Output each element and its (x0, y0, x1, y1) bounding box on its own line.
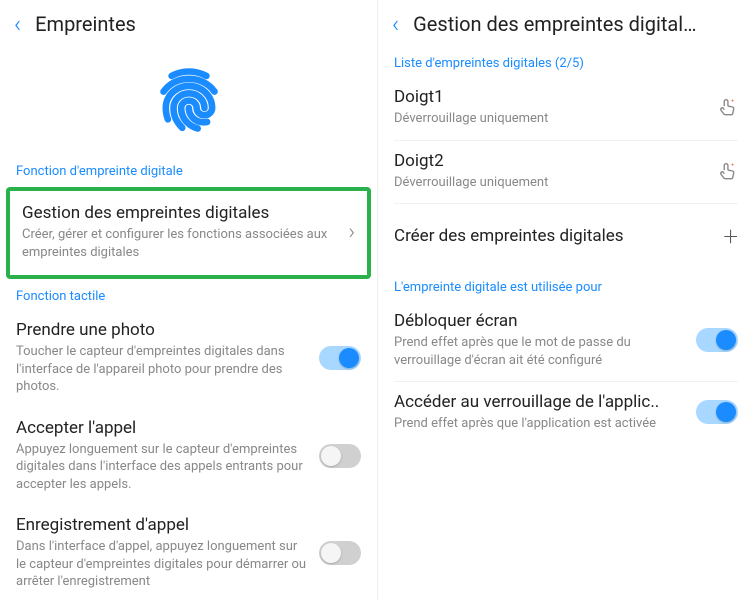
row-subtitle: Prend effet après que l'application est … (394, 415, 684, 433)
row-create-fingerprint[interactable]: Créer des empreintes digitales + (378, 204, 754, 270)
toggle-unlock-screen[interactable] (696, 328, 738, 352)
toggle-app-lock[interactable] (696, 400, 738, 424)
screen-fingerprints: ‹ Empreintes Fonction d'empreinte digita… (0, 0, 378, 600)
row-finger-2[interactable]: Doigt2 Déverrouillage uniquement (378, 141, 754, 204)
row-title: Doigt2 (394, 151, 704, 171)
row-title: Accéder au verrouillage de l'applic.. (394, 392, 684, 412)
row-subtitle: Déverrouillage uniquement (394, 110, 704, 128)
row-title: Enregistrement d'appel (16, 515, 307, 535)
section-touch-function: Fonction tactile (0, 285, 377, 310)
row-finger-1[interactable]: Doigt1 Déverrouillage uniquement (378, 77, 754, 140)
back-icon[interactable]: ‹ (392, 10, 399, 38)
row-subtitle: Créer, gérer et configurer les fonctions… (22, 226, 336, 261)
toggle-answer-call[interactable] (319, 444, 361, 468)
page-title: Empreintes (35, 12, 136, 36)
tap-action-icon[interactable] (716, 96, 738, 118)
section-used-for: L'empreinte digitale est utilisée pour (378, 270, 754, 301)
tap-action-icon[interactable] (716, 160, 738, 182)
row-subtitle: Déverrouillage uniquement (394, 174, 704, 192)
section-fingerprint-function: Fonction d'empreinte digitale (0, 160, 377, 185)
row-answer-call[interactable]: Accepter l'appel Appuyez longuement sur … (0, 408, 377, 506)
row-subtitle: Prend effet après que le mot de passe du… (394, 334, 684, 369)
row-call-recording[interactable]: Enregistrement d'appel Dans l'interface … (0, 505, 377, 600)
row-subtitle: Toucher le capteur d'empreintes digitale… (16, 343, 307, 396)
row-title: Prendre une photo (16, 320, 307, 340)
screen-manage-fingerprints: ‹ Gestion des empreintes digital… Liste … (378, 0, 754, 600)
header-right: ‹ Gestion des empreintes digital… (378, 0, 754, 46)
fingerprint-hero (0, 46, 377, 160)
row-title: Débloquer écran (394, 311, 684, 331)
header-left: ‹ Empreintes (0, 0, 377, 46)
row-app-lock[interactable]: Accéder au verrouillage de l'applic.. Pr… (378, 382, 754, 445)
fingerprint-icon (153, 64, 225, 136)
row-title: Doigt1 (394, 87, 704, 107)
back-icon[interactable]: ‹ (14, 10, 21, 38)
row-manage-fingerprints[interactable]: Gestion des empreintes digitales Créer, … (10, 191, 367, 275)
toggle-call-recording[interactable] (319, 541, 361, 565)
page-title: Gestion des empreintes digital… (413, 12, 696, 36)
row-title: Créer des empreintes digitales (394, 226, 711, 246)
chevron-right-icon: › (348, 220, 355, 245)
section-fingerprint-list: Liste d'empreintes digitales (2/5) (378, 46, 754, 77)
row-unlock-screen[interactable]: Débloquer écran Prend effet après que le… (378, 301, 754, 381)
row-title: Accepter l'appel (16, 418, 307, 438)
plus-icon: + (723, 222, 738, 252)
highlight-manage-fingerprints: Gestion des empreintes digitales Créer, … (6, 187, 371, 279)
row-take-photo[interactable]: Prendre une photo Toucher le capteur d'e… (0, 310, 377, 408)
row-title: Gestion des empreintes digitales (22, 203, 336, 223)
toggle-take-photo[interactable] (319, 346, 361, 370)
row-subtitle: Appuyez longuement sur le capteur d'empr… (16, 441, 307, 494)
row-subtitle: Dans l'interface d'appel, appuyez longue… (16, 538, 307, 591)
